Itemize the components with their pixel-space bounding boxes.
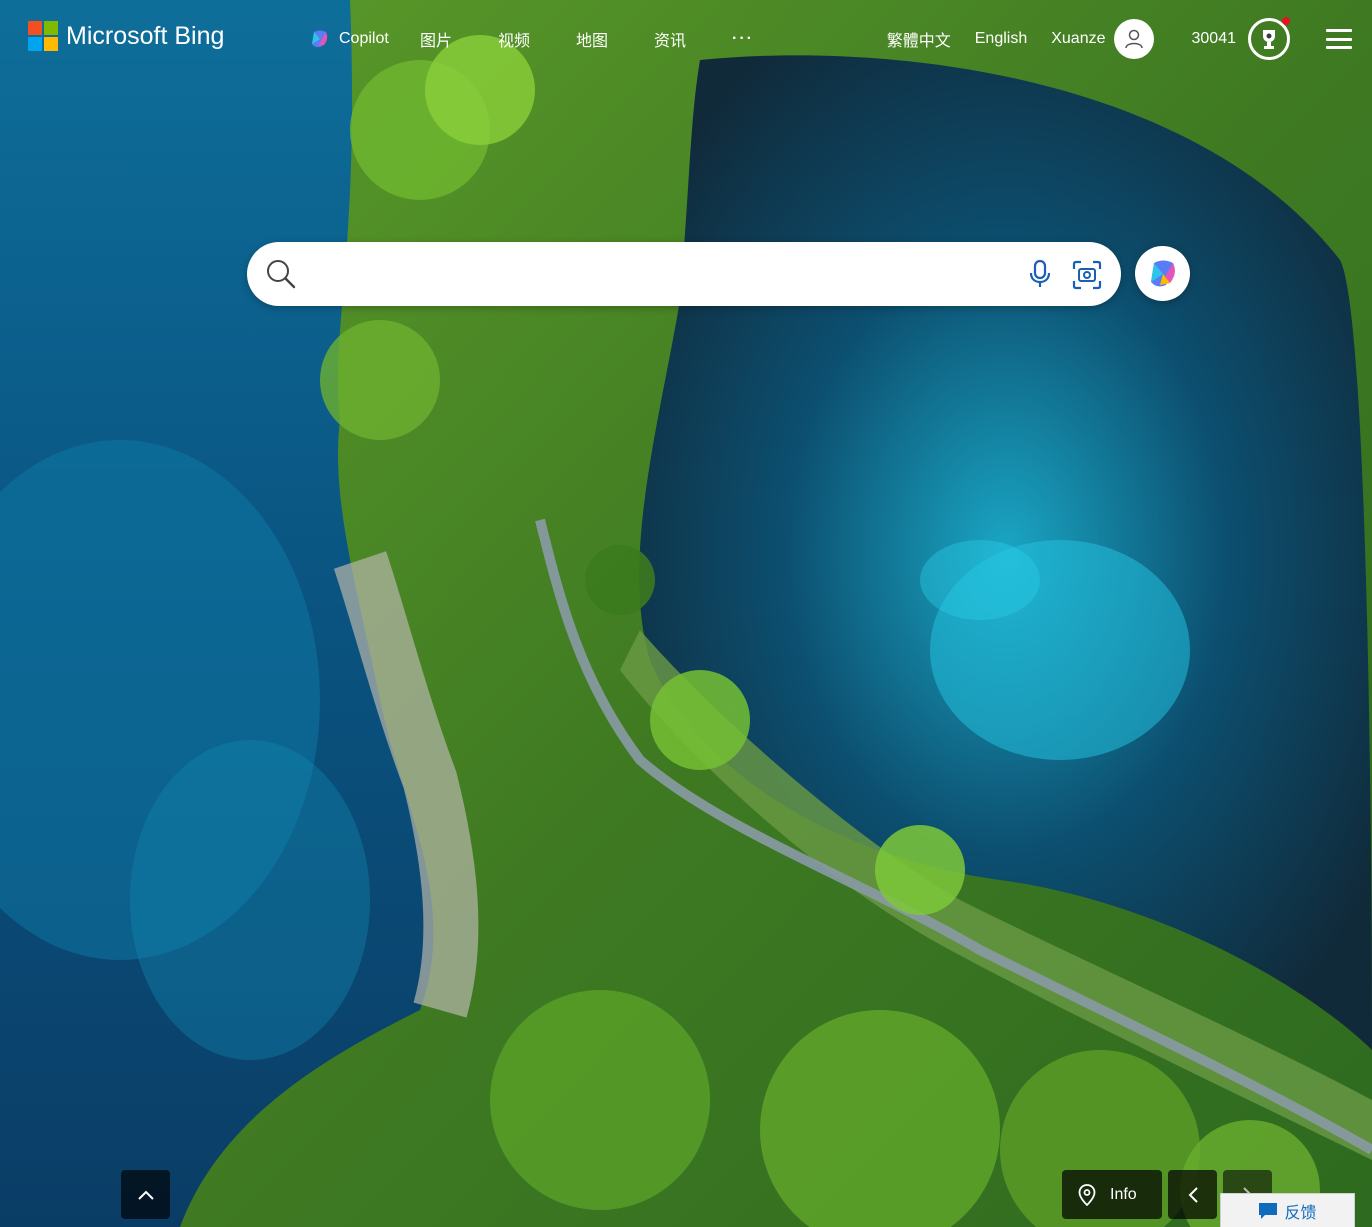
nav-maps[interactable]: 地图 xyxy=(576,28,654,50)
search-box xyxy=(247,242,1121,306)
trophy-icon xyxy=(1263,30,1275,49)
bing-logo[interactable]: Microsoft Bing xyxy=(28,21,224,51)
nav-maps-label: 地图 xyxy=(576,33,609,50)
nav-videos[interactable]: 视频 xyxy=(498,28,576,50)
logo-square-yellow xyxy=(44,37,58,51)
language-traditional-link[interactable]: 繁體中文 xyxy=(887,27,951,51)
search-icon[interactable] xyxy=(265,258,297,290)
reward-points[interactable]: 30041 xyxy=(1192,30,1237,48)
top-bar: Microsoft Bing Copilot 图片 视频 地图 资讯 ··· 繁… xyxy=(0,0,1372,78)
chevron-left-icon xyxy=(1188,1186,1198,1203)
visual-search-icon[interactable] xyxy=(1071,259,1103,291)
microsoft-logo-icon xyxy=(28,21,58,51)
scroll-up-button[interactable] xyxy=(121,1170,170,1219)
username[interactable]: Xuanze xyxy=(1051,30,1105,48)
info-label: Info xyxy=(1110,1185,1137,1203)
user-avatar-icon[interactable] xyxy=(1113,19,1154,59)
logo-square-blue xyxy=(28,37,42,51)
main-nav: Copilot 图片 视频 地图 资讯 ··· xyxy=(310,28,772,50)
nav-videos-label: 视频 xyxy=(498,33,531,50)
nav-copilot[interactable]: Copilot xyxy=(310,28,420,50)
copilot-icon xyxy=(1150,260,1175,286)
feedback-label: 反馈 xyxy=(1284,1204,1317,1222)
chevron-up-icon xyxy=(137,1190,154,1200)
previous-image-button[interactable] xyxy=(1168,1170,1217,1219)
menu-bar-1 xyxy=(1326,29,1352,32)
microphone-icon[interactable] xyxy=(1025,259,1055,289)
logo-square-green xyxy=(44,21,58,35)
logo-square-red xyxy=(28,21,42,35)
notification-dot xyxy=(1282,17,1290,25)
brand-name: Microsoft Bing xyxy=(66,21,225,50)
aerial-cliff-illustration xyxy=(0,0,1372,1227)
language-english-link[interactable]: English xyxy=(975,30,1027,48)
copilot-button[interactable] xyxy=(1135,246,1190,301)
nav-news-label: 资讯 xyxy=(654,33,687,50)
nav-more[interactable]: ··· xyxy=(732,28,772,50)
info-button[interactable]: Info xyxy=(1062,1170,1162,1219)
search-input[interactable] xyxy=(311,254,1015,296)
nav-more-label: ··· xyxy=(732,30,754,47)
feedback-chat-icon xyxy=(1259,1202,1278,1219)
nav-news[interactable]: 资讯 xyxy=(654,28,732,50)
menu-bar-2 xyxy=(1326,37,1352,41)
background-image xyxy=(0,0,1372,1227)
copilot-icon xyxy=(312,30,328,48)
nav-images-label: 图片 xyxy=(420,33,453,50)
menu-bar-3 xyxy=(1326,46,1352,49)
hamburger-menu-icon[interactable] xyxy=(1326,29,1352,49)
person-icon xyxy=(1124,29,1143,49)
header-right: 繁體中文 English Xuanze 30041 xyxy=(863,16,1372,62)
feedback-button[interactable]: 反馈 xyxy=(1220,1193,1355,1227)
nav-images[interactable]: 图片 xyxy=(420,28,498,50)
rewards-trophy-icon[interactable] xyxy=(1248,17,1290,60)
nav-copilot-label: Copilot xyxy=(339,30,389,47)
location-pin-icon xyxy=(1078,1183,1096,1206)
